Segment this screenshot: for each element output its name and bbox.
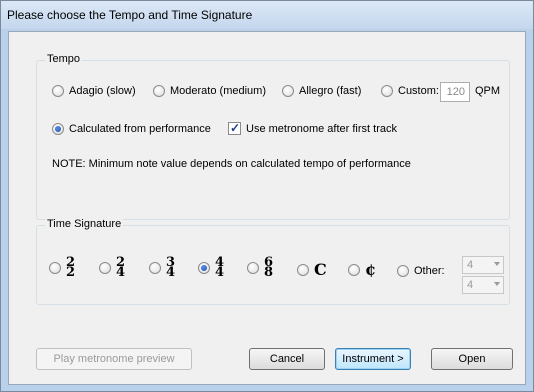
checkbox[interactable]: ✓ — [228, 121, 241, 135]
ts-6-8-symbol: 6 8 — [264, 256, 274, 280]
radio-button[interactable] — [247, 262, 259, 274]
radio-button[interactable] — [153, 85, 165, 97]
instrument-button[interactable]: Instrument > — [335, 348, 411, 370]
ts-2-4-radio[interactable]: 2 4 — [99, 256, 126, 280]
tempo-calculated-radio[interactable]: Calculated from performance — [52, 123, 211, 135]
custom-tempo-input[interactable]: 120 — [440, 82, 470, 102]
ts-4-4-radio[interactable]: 4 4 — [198, 256, 225, 280]
radio-button[interactable] — [397, 265, 409, 277]
title-bar[interactable]: Please choose the Tempo and Time Signatu… — [1, 1, 533, 29]
cancel-button[interactable]: Cancel — [249, 348, 325, 370]
tempo-allegro-radio[interactable]: Allegro (fast) — [282, 85, 361, 97]
ts-2-2-radio[interactable]: 2 2 — [49, 256, 76, 280]
ts-2-4-symbol: 2 4 — [116, 256, 126, 280]
ts-other-radio[interactable]: Other: — [397, 265, 445, 277]
ts-common-time-radio[interactable]: C — [297, 262, 327, 278]
dialog-window: Please choose the Tempo and Time Signatu… — [0, 0, 534, 392]
ts-cut-time-radio[interactable]: ¢ — [348, 262, 376, 278]
dialog-title: Please choose the Tempo and Time Signatu… — [7, 8, 253, 22]
chevron-down-icon[interactable] — [494, 282, 500, 286]
ts-other-bottom-select[interactable]: 4 — [462, 276, 504, 294]
metronome-checkbox[interactable]: ✓ Use metronome after first track — [228, 121, 397, 135]
tempo-allegro-label: Allegro (fast) — [299, 85, 362, 97]
ts-bottom: 4 — [215, 265, 225, 280]
ts-bottom: 4 — [166, 265, 176, 280]
radio-button[interactable] — [149, 262, 161, 274]
tempo-custom-label: Custom: — [398, 85, 439, 97]
time-signature-group-label: Time Signature — [45, 218, 124, 230]
tempo-note: NOTE: Minimum note value depends on calc… — [52, 158, 411, 170]
tempo-adagio-label: Adagio (slow) — [69, 85, 136, 97]
dialog-body: Tempo Adagio (slow) Moderato (medium) Al… — [8, 31, 526, 385]
ts-other-top-select[interactable]: 4 — [462, 256, 504, 274]
radio-button[interactable] — [297, 264, 309, 276]
tempo-adagio-radio[interactable]: Adagio (slow) — [52, 85, 136, 97]
ts-3-4-radio[interactable]: 3 4 — [149, 256, 176, 280]
tempo-group: Tempo Adagio (slow) Moderato (medium) Al… — [36, 53, 510, 220]
cut-time-icon: ¢ — [365, 260, 377, 279]
radio-button[interactable] — [49, 262, 61, 274]
tempo-calculated-label: Calculated from performance — [69, 123, 211, 135]
ts-3-4-symbol: 3 4 — [166, 256, 176, 280]
radio-button[interactable] — [52, 85, 64, 97]
radio-button[interactable] — [282, 85, 294, 97]
ts-bottom: 4 — [116, 265, 126, 280]
ts-bottom: 2 — [66, 265, 76, 280]
tempo-moderato-radio[interactable]: Moderato (medium) — [153, 85, 266, 97]
radio-button[interactable] — [348, 264, 360, 276]
radio-button-selected[interactable] — [52, 123, 64, 135]
tempo-custom-radio[interactable]: Custom: — [381, 85, 439, 97]
ts-bottom: 8 — [264, 265, 274, 280]
tempo-moderato-label: Moderato (medium) — [170, 85, 266, 97]
open-button[interactable]: Open — [431, 348, 513, 370]
radio-button[interactable] — [99, 262, 111, 274]
tempo-group-label: Tempo — [45, 53, 83, 65]
ts-4-4-symbol: 4 4 — [215, 256, 225, 280]
ts-other-label: Other: — [414, 265, 445, 277]
select-value: 4 — [467, 259, 474, 271]
metronome-label: Use metronome after first track — [246, 122, 397, 135]
radio-button-selected[interactable] — [198, 262, 210, 274]
custom-tempo-unit: QPM — [475, 85, 501, 97]
ts-2-2-symbol: 2 2 — [66, 256, 76, 280]
select-value: 4 — [467, 279, 474, 291]
time-signature-group: Time Signature 2 2 2 4 3 4 4 4 6 8 C ¢ O… — [36, 218, 510, 305]
checkmark-icon: ✓ — [230, 121, 241, 135]
chevron-down-icon[interactable] — [494, 262, 500, 266]
ts-6-8-radio[interactable]: 6 8 — [247, 256, 274, 280]
common-time-icon: C — [314, 260, 327, 279]
play-metronome-preview-button[interactable]: Play metronome preview — [36, 348, 192, 370]
radio-button[interactable] — [381, 85, 393, 97]
